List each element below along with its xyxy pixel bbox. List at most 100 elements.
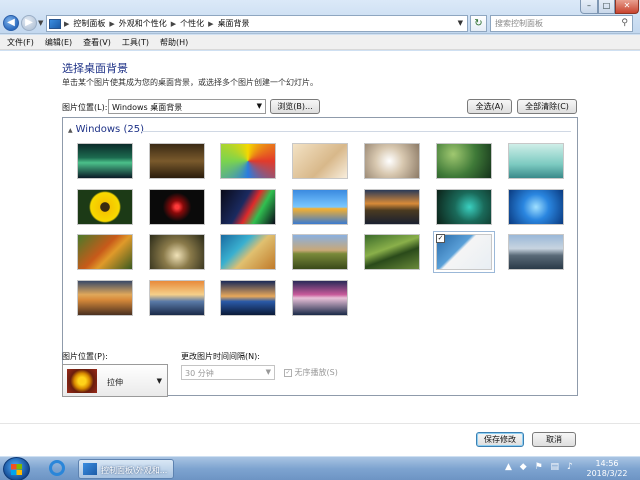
- taskbar: 控制面板\外观和... ▲ ◆ ⚑ ▤ ♪ 14:56 2018/3/22: [0, 456, 640, 480]
- interval-value: 30 分钟: [185, 369, 214, 378]
- page-title: 选择桌面背景: [62, 62, 128, 75]
- interval-select[interactable]: 30 分钟 ▼: [181, 365, 275, 380]
- windows-logo-icon: [11, 464, 22, 475]
- picture-position-select[interactable]: 拉伸 ▼: [62, 364, 168, 397]
- taskbar-item-label: 控制面板\外观和...: [101, 466, 168, 475]
- menu-help[interactable]: 帮助(H): [157, 35, 191, 49]
- wallpaper-thumbnail-leaves[interactable]: [77, 234, 133, 270]
- flag-icon[interactable]: ⚑: [535, 462, 543, 472]
- wallpaper-gallery[interactable]: ▲ Windows (25) ✓: [62, 117, 578, 396]
- picture-location-label: 图片位置(L):: [62, 103, 108, 112]
- address-dropdown-icon[interactable]: ▼: [458, 19, 463, 27]
- search-input[interactable]: 搜索控制面板 ⚲: [490, 15, 633, 32]
- picture-location-value: Windows 桌面背景: [112, 103, 183, 112]
- wallpaper-thumbnail-wave[interactable]: [220, 189, 276, 225]
- position-value: 拉伸: [107, 378, 123, 387]
- wallpaper-thumbnail-canyon[interactable]: [77, 280, 133, 316]
- network-icon[interactable]: ▤: [551, 462, 560, 472]
- internet-explorer-icon: [49, 460, 65, 476]
- footer-bar: 保存修改 取消: [0, 423, 640, 456]
- internet-explorer-button[interactable]: [44, 459, 70, 479]
- minimize-button[interactable]: –: [580, 0, 598, 14]
- control-panel-icon: [49, 18, 61, 29]
- system-clock[interactable]: 14:56 2018/3/22: [584, 459, 630, 479]
- maximize-button[interactable]: □: [598, 0, 615, 14]
- address-field[interactable]: ▶ 控制面板 ▶ 外观和个性化 ▶ 个性化 ▶ 桌面背景 ▼: [46, 15, 468, 32]
- page-subtitle: 单击某个图片使其成为您的桌面背景，或选择多个图片创建一个幻灯片。: [62, 78, 318, 87]
- breadcrumb-desktop-background[interactable]: 桌面背景: [215, 18, 253, 29]
- wallpaper-thumbnail-blue-bottles[interactable]: [508, 143, 564, 179]
- wallpaper-thumbnail-architecture[interactable]: ✓: [433, 231, 495, 273]
- chevron-down-icon: ▼: [256, 102, 262, 110]
- clock-date: 2018/3/22: [586, 469, 628, 478]
- notification-area: ▲ ◆ ⚑ ▤ ♪: [505, 462, 578, 472]
- wallpaper-thumbnail-mushroom[interactable]: [149, 234, 205, 270]
- recent-pages-dropdown-icon[interactable]: ▼: [38, 19, 43, 27]
- wallpaper-thumbnail-coast[interactable]: [220, 234, 276, 270]
- wallpaper-thumbnail-field[interactable]: [292, 234, 348, 270]
- collapse-triangle-icon[interactable]: ▲: [68, 127, 73, 134]
- forward-button[interactable]: ▶: [21, 15, 37, 31]
- control-panel-icon: [83, 463, 97, 475]
- select-all-button[interactable]: 全选(A): [467, 99, 512, 114]
- wallpaper-thumbnail-grass[interactable]: [149, 143, 205, 179]
- refresh-button[interactable]: ↻: [470, 15, 487, 32]
- menu-bar: 文件(F) 编辑(E) 查看(V) 工具(T) 帮助(H): [0, 35, 640, 50]
- breadcrumb-control-panel[interactable]: 控制面板: [70, 18, 108, 29]
- search-placeholder: 搜索控制面板: [495, 19, 543, 28]
- wallpaper-thumbnail-dandelion[interactable]: [364, 143, 420, 179]
- menu-file[interactable]: 文件(F): [4, 35, 37, 49]
- shield-icon[interactable]: ◆: [520, 462, 527, 472]
- interval-label: 更改图片时间间隔(N):: [181, 352, 260, 361]
- back-button[interactable]: ◀: [3, 15, 19, 31]
- cancel-button[interactable]: 取消: [532, 432, 576, 447]
- clear-all-button[interactable]: 全部清除(C): [517, 99, 577, 114]
- menu-edit[interactable]: 编辑(E): [42, 35, 75, 49]
- wallpaper-thumbnail-dusk-lake[interactable]: [292, 280, 348, 316]
- group-title: Windows (25): [75, 124, 144, 135]
- wallpaper-thumbnail-sea-cliff[interactable]: [508, 234, 564, 270]
- shuffle-checkbox[interactable]: ✓ 无序播放(S): [284, 367, 338, 378]
- menu-tools[interactable]: 工具(T): [119, 35, 152, 49]
- taskbar-item-control-panel[interactable]: 控制面板\外观和...: [78, 459, 174, 479]
- group-header[interactable]: ▲ Windows (25): [68, 124, 144, 135]
- wallpaper-thumbnail-sunset-lake[interactable]: [364, 189, 420, 225]
- wallpaper-thumbnail-balloon[interactable]: [220, 143, 276, 179]
- wallpaper-thumbnail-aurora[interactable]: [77, 143, 133, 179]
- wallpaper-thumbnail-bird[interactable]: [436, 189, 492, 225]
- wallpaper-thumbnail-sunflower[interactable]: [77, 189, 133, 225]
- chevron-right-icon[interactable]: ▶: [207, 20, 214, 28]
- thumbnail-checkbox[interactable]: ✓: [436, 234, 445, 243]
- breadcrumb-appearance[interactable]: 外观和个性化: [116, 18, 170, 29]
- chevron-down-icon: ▼: [265, 368, 271, 376]
- wallpaper-thumbnail-blue-horizon[interactable]: [220, 280, 276, 316]
- clock-time: 14:56: [595, 459, 619, 468]
- breadcrumb-personalization[interactable]: 个性化: [177, 18, 207, 29]
- chevron-right-icon[interactable]: ▶: [63, 20, 70, 28]
- browse-button[interactable]: 浏览(B)...: [270, 99, 320, 114]
- wallpaper-thumbnail-paper[interactable]: [292, 143, 348, 179]
- show-hidden-icons-icon[interactable]: ▲: [505, 462, 512, 472]
- save-changes-button[interactable]: 保存修改: [476, 432, 524, 447]
- wallpaper-thumbnail-red-star[interactable]: [149, 189, 205, 225]
- checkbox-icon: ✓: [284, 368, 292, 377]
- start-button[interactable]: [3, 457, 30, 480]
- wallpaper-thumbnail-clouds-sunset[interactable]: [149, 280, 205, 316]
- chevron-down-icon: ▼: [156, 377, 162, 385]
- wallpaper-thumbnail-rice-terrace[interactable]: [364, 234, 420, 270]
- volume-icon[interactable]: ♪: [567, 462, 573, 472]
- menu-view[interactable]: 查看(V): [80, 35, 114, 49]
- address-bar: ◀ ▶ ▼ ▶ 控制面板 ▶ 外观和个性化 ▶ 个性化 ▶ 桌面背景 ▼ ↻ 搜…: [0, 0, 640, 34]
- wallpaper-thumbnail-win7-logo[interactable]: [508, 189, 564, 225]
- search-icon[interactable]: ⚲: [621, 18, 628, 28]
- shuffle-label: 无序播放(S): [294, 368, 338, 377]
- group-divider: [141, 131, 571, 132]
- close-button[interactable]: ✕: [615, 0, 639, 14]
- chevron-right-icon[interactable]: ▶: [108, 20, 115, 28]
- position-label: 图片位置(P):: [62, 352, 108, 361]
- wallpaper-thumbnail-fish[interactable]: [292, 189, 348, 225]
- picture-location-select[interactable]: Windows 桌面背景 ▼: [108, 99, 266, 114]
- content-pane: 选择桌面背景 单击某个图片使其成为您的桌面背景，或选择多个图片创建一个幻灯片。 …: [0, 51, 640, 456]
- chevron-right-icon[interactable]: ▶: [170, 20, 177, 28]
- wallpaper-thumbnail-droplet[interactable]: [436, 143, 492, 179]
